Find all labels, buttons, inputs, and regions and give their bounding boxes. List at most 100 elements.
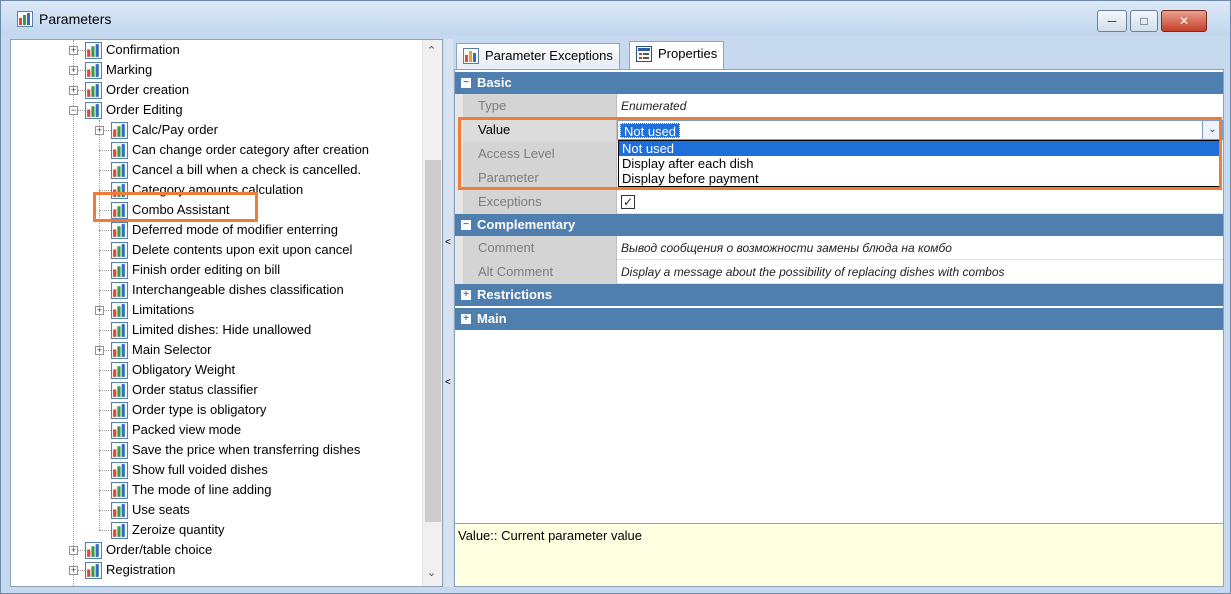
tree-item[interactable]: Finish order editing on bill: [11, 260, 421, 280]
dropdown-option-before-payment[interactable]: Display before payment: [619, 171, 1220, 186]
property-exceptions[interactable]: Exceptions ✓: [455, 190, 1223, 214]
tree-item[interactable]: Can change order category after creation: [11, 140, 421, 160]
tab-label: Properties: [658, 46, 718, 61]
minimize-icon: ─: [1107, 14, 1117, 28]
category-main[interactable]: + Main: [455, 308, 1223, 330]
tree-item[interactable]: Limited dishes: Hide unallowed: [11, 320, 421, 340]
expand-icon[interactable]: +: [461, 290, 471, 300]
collapse-left-icon-2[interactable]: <: [445, 377, 451, 388]
parameter-icon: [111, 362, 128, 379]
expand-icon[interactable]: +: [95, 346, 104, 355]
tree-item[interactable]: Delete contents upon exit upon cancel: [11, 240, 421, 260]
parameters-window: Parameters ─ □ ✕ + Confirmation + Marking + O…: [0, 0, 1231, 594]
expand-icon[interactable]: +: [69, 86, 78, 95]
panel-splitter[interactable]: < <: [444, 39, 453, 587]
dropdown-button[interactable]: ⌄: [1202, 121, 1222, 139]
tree-item[interactable]: − Order Editing: [11, 100, 421, 120]
tree-item[interactable]: Order type is obligatory: [11, 400, 421, 420]
property-value-row[interactable]: Value Not used ⌄: [455, 118, 1223, 142]
tree-item[interactable]: Interchangeable dishes classification: [11, 280, 421, 300]
parameter-icon: [111, 402, 128, 419]
scroll-up-icon[interactable]: ⌃: [427, 44, 436, 57]
dropdown-option-not-used[interactable]: Not used: [619, 141, 1220, 156]
tree-item-label: Registration: [106, 562, 176, 577]
property-value: Display a message about the possibility …: [621, 265, 1005, 279]
tree-item[interactable]: The mode of line adding: [11, 480, 421, 500]
expand-icon[interactable]: +: [461, 314, 471, 324]
tree-item[interactable]: + Marking: [11, 60, 421, 80]
tree-item[interactable]: Save the price when transferring dishes: [11, 440, 421, 460]
tree-scrollbar[interactable]: ⌃ ⌄: [422, 40, 442, 586]
tree-item[interactable]: Zeroize quantity: [11, 520, 421, 540]
tree-item-label: Main Selector: [132, 342, 212, 357]
tree-item[interactable]: + Order/table choice: [11, 540, 421, 560]
tree-item[interactable]: + Main Selector: [11, 340, 421, 360]
tree-item[interactable]: Category amounts calculation: [11, 180, 421, 200]
expand-icon[interactable]: +: [95, 306, 104, 315]
value-current[interactable]: Not used: [620, 123, 681, 139]
tree-item[interactable]: + Confirmation: [11, 40, 421, 60]
scrollbar-thumb[interactable]: [425, 160, 441, 522]
tree-item-label: Order/table choice: [106, 542, 213, 557]
tree-item[interactable]: Obligatory Weight: [11, 360, 421, 380]
tree-item[interactable]: Use seats: [11, 500, 421, 520]
category-complementary[interactable]: − Complementary: [455, 214, 1223, 236]
tree-item[interactable]: Deferred mode of modifier enterring: [11, 220, 421, 240]
parameter-group-icon: [85, 82, 102, 99]
property-comment[interactable]: Comment Вывод сообщения о возможности за…: [455, 236, 1223, 260]
expand-icon[interactable]: +: [69, 546, 78, 555]
collapse-left-icon[interactable]: <: [445, 237, 451, 248]
tab-parameter-exceptions[interactable]: Parameter Exceptions: [456, 43, 620, 69]
exceptions-checkbox[interactable]: ✓: [621, 195, 635, 209]
dropdown-option-after-each-dish[interactable]: Display after each dish: [619, 156, 1220, 171]
tree-item-label: Order type is obligatory: [132, 402, 267, 417]
tree-item-label: Can change order category after creation: [132, 142, 370, 157]
parameter-tree[interactable]: + Confirmation + Marking + Order creation − Ord…: [10, 39, 443, 587]
parameter-group-icon: [111, 342, 128, 359]
tree-item[interactable]: Show full voided dishes: [11, 460, 421, 480]
collapse-icon[interactable]: −: [461, 220, 471, 230]
tree-item[interactable]: Combo Assistant: [11, 200, 421, 220]
property-alt-comment[interactable]: Alt Comment Display a message about the …: [455, 260, 1223, 284]
row-gutter: [455, 260, 463, 284]
parameter-icon: [111, 422, 128, 439]
tree-item[interactable]: + Limitations: [11, 300, 421, 320]
property-name: Type: [463, 94, 617, 118]
expand-icon[interactable]: +: [69, 46, 78, 55]
category-basic[interactable]: − Basic: [455, 72, 1223, 94]
collapse-icon[interactable]: −: [69, 106, 78, 115]
row-gutter: [455, 142, 463, 166]
property-type[interactable]: Type Enumerated: [455, 94, 1223, 118]
parameter-icon: [111, 282, 128, 299]
expand-icon[interactable]: +: [95, 126, 104, 135]
close-button[interactable]: ✕: [1161, 10, 1207, 32]
expand-icon[interactable]: +: [69, 566, 78, 575]
tree-item[interactable]: Order status classifier: [11, 380, 421, 400]
checkmark-icon: ✓: [622, 195, 634, 209]
value-dropdown-list[interactable]: Not used Display after each dish Display…: [618, 140, 1221, 187]
description-text: Value:: Current parameter value: [458, 528, 643, 543]
tree-item[interactable]: Cancel a bill when a check is cancelled.: [11, 160, 421, 180]
parameter-icon: [111, 182, 128, 199]
tree-item-label: Show full voided dishes: [132, 462, 268, 477]
tree-item[interactable]: Packed view mode: [11, 420, 421, 440]
expand-icon[interactable]: +: [69, 66, 78, 75]
maximize-button[interactable]: □: [1130, 10, 1158, 32]
tree-item[interactable]: + Registration: [11, 560, 421, 580]
category-restrictions[interactable]: + Restrictions: [455, 284, 1223, 306]
collapse-icon[interactable]: −: [461, 78, 471, 88]
row-gutter: [455, 236, 463, 260]
tree-item-label: Packed view mode: [132, 422, 242, 437]
tab-properties[interactable]: Properties: [629, 41, 725, 69]
tree-item-label: Obligatory Weight: [132, 362, 236, 377]
minimize-button[interactable]: ─: [1097, 10, 1127, 32]
tree-item[interactable]: + Order creation: [11, 80, 421, 100]
property-name: Comment: [463, 236, 617, 260]
tree-item[interactable]: + Calc/Pay order: [11, 120, 421, 140]
value-combobox[interactable]: Not used ⌄: [617, 120, 1223, 140]
parameter-icon: [111, 382, 128, 399]
parameter-group-icon: [111, 302, 128, 319]
scroll-down-icon[interactable]: ⌄: [427, 566, 436, 579]
property-name: Access Level: [463, 142, 617, 166]
tree-item-label: Limitations: [132, 302, 195, 317]
